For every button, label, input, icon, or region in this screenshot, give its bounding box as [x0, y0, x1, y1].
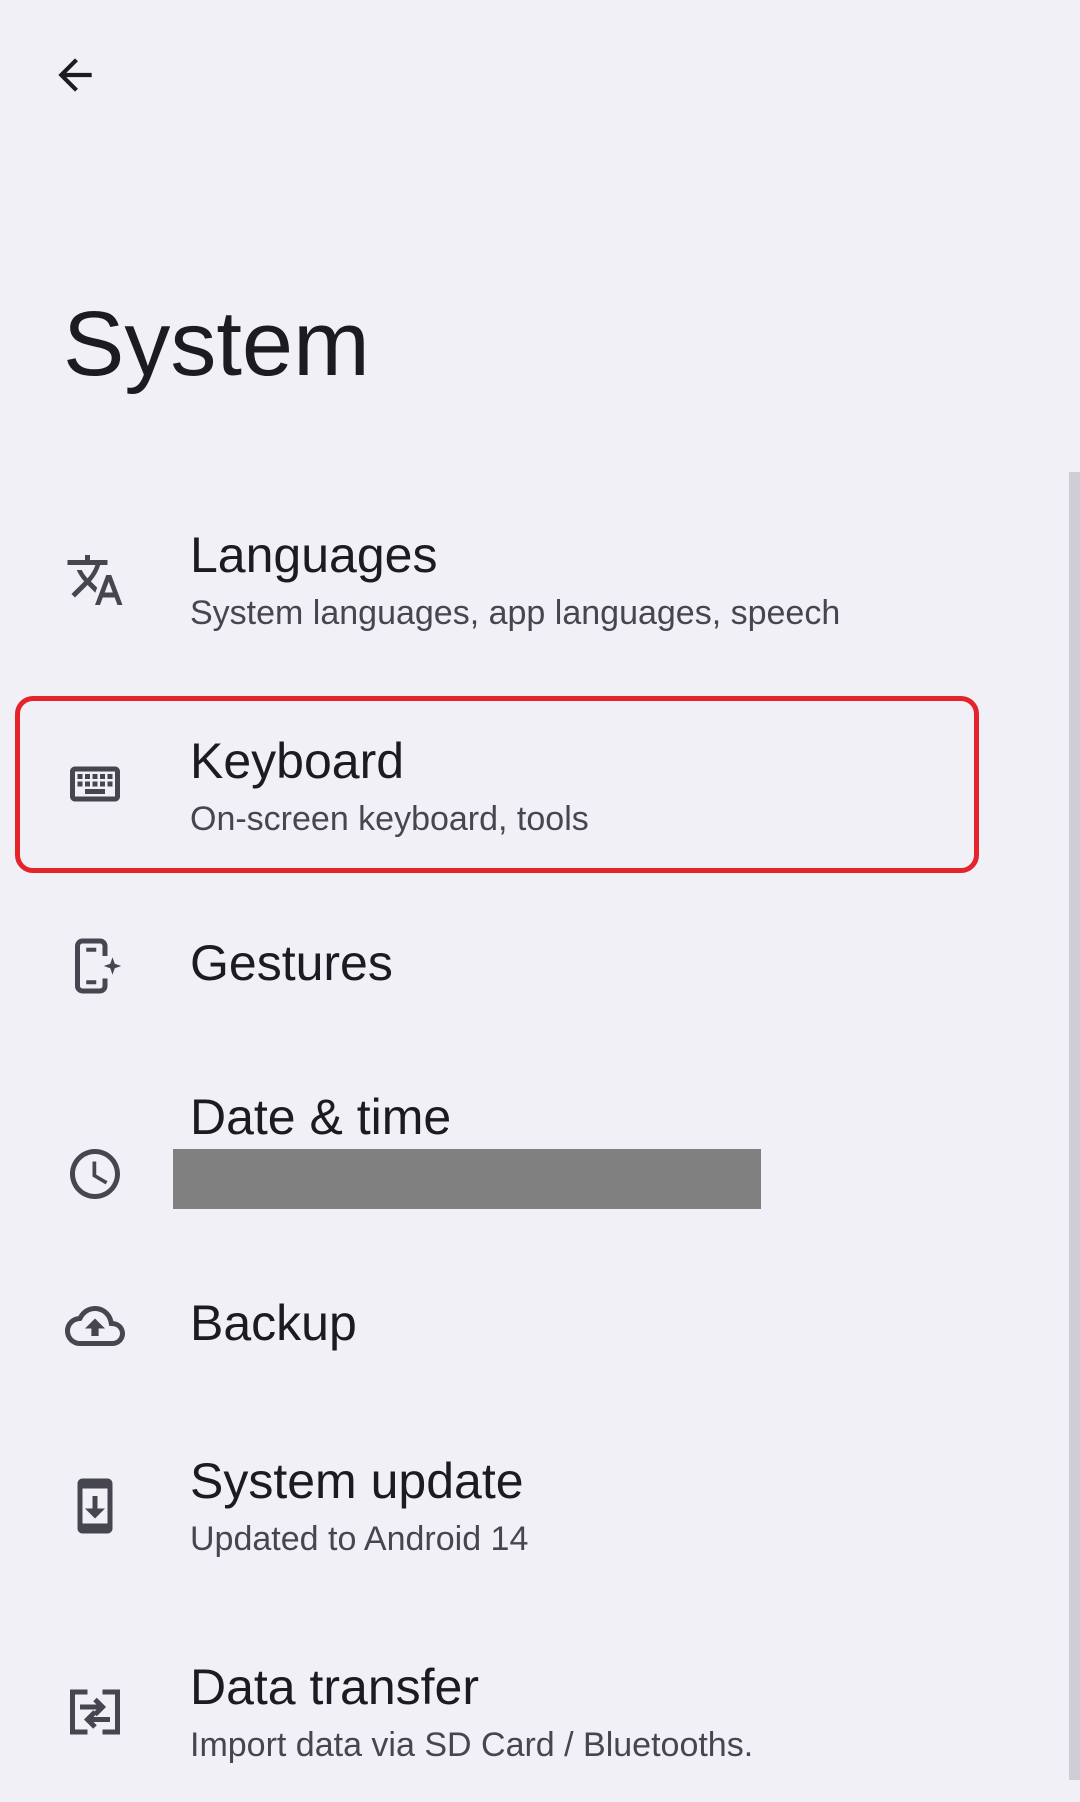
- settings-item-subtitle: Import data via SD Card / Bluetooths.: [190, 1726, 754, 1764]
- clock-icon: [63, 1142, 127, 1206]
- settings-item-gestures[interactable]: Gestures: [0, 876, 990, 1056]
- settings-item-title: System update: [190, 1453, 524, 1509]
- gestures-phone-icon: [63, 934, 127, 998]
- system-update-icon: [63, 1474, 127, 1538]
- page-title: System: [63, 293, 370, 395]
- settings-item-keyboard[interactable]: Keyboard On-screen keyboard, tools: [0, 696, 990, 876]
- settings-item-data-transfer[interactable]: Data transfer Import data via SD Card / …: [0, 1622, 990, 1802]
- settings-item-title: Data transfer: [190, 1659, 480, 1715]
- settings-item-title: Keyboard: [190, 733, 405, 789]
- translate-icon: [63, 548, 127, 612]
- cloud-upload-icon: [63, 1294, 127, 1358]
- settings-item-system-update[interactable]: System update Updated to Android 14: [0, 1416, 990, 1596]
- arrow-back-icon: [58, 58, 92, 92]
- settings-item-title: Languages: [190, 527, 438, 583]
- redacted-subtitle: [173, 1149, 761, 1209]
- settings-item-subtitle: System languages, app languages, speech: [190, 594, 841, 632]
- settings-item-title: Gestures: [190, 935, 393, 991]
- settings-item-backup[interactable]: Backup: [0, 1236, 990, 1416]
- settings-item-languages[interactable]: Languages System languages, app language…: [0, 490, 990, 670]
- scrollbar[interactable]: [1069, 472, 1080, 1780]
- settings-item-subtitle: On-screen keyboard, tools: [190, 800, 589, 838]
- settings-item-title: Date & time: [190, 1089, 452, 1145]
- settings-item-date-time[interactable]: Date & time: [0, 1056, 990, 1236]
- keyboard-icon: [63, 752, 127, 816]
- back-button[interactable]: [40, 40, 110, 110]
- settings-item-title: Backup: [190, 1295, 357, 1351]
- settings-item-subtitle: Updated to Android 14: [190, 1520, 529, 1558]
- data-transfer-icon: [63, 1680, 127, 1744]
